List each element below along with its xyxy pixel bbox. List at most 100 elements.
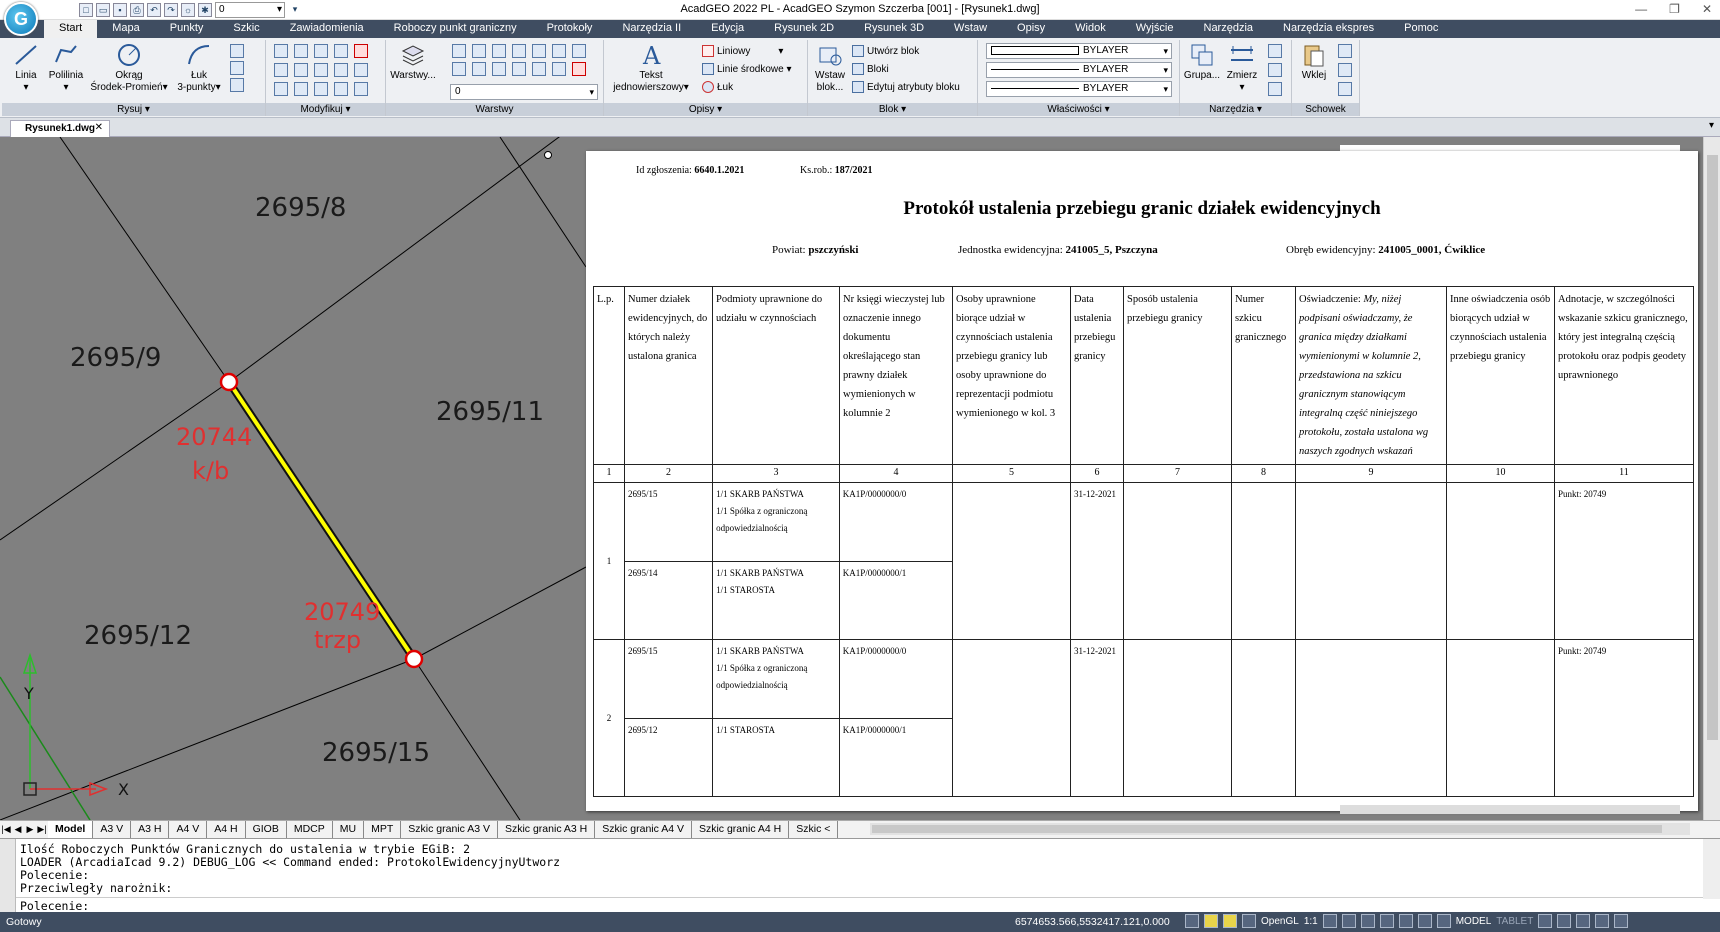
otrack-icon[interactable] bbox=[1360, 914, 1375, 928]
minimize-icon[interactable]: — bbox=[1635, 2, 1647, 16]
tab-wyjscie[interactable]: Wyjście bbox=[1121, 20, 1189, 38]
horizontal-scrollbar[interactable] bbox=[870, 823, 1690, 835]
layer-tool-11-icon[interactable] bbox=[512, 62, 526, 76]
layer-tool-12-icon[interactable] bbox=[532, 62, 546, 76]
tab-protokoly[interactable]: Protokoły bbox=[532, 20, 608, 38]
color-select[interactable]: BYLAYER bbox=[986, 43, 1172, 59]
tab-list-chevron-icon[interactable]: ▾ bbox=[1709, 120, 1714, 131]
erase-icon[interactable] bbox=[354, 44, 368, 58]
tab-widok[interactable]: Widok bbox=[1060, 20, 1121, 38]
layout-tab[interactable]: Szkic granic A3 V bbox=[401, 820, 498, 839]
tab-roboczy-punkt[interactable]: Roboczy punkt graniczny bbox=[379, 20, 532, 38]
layer-tool-13-icon[interactable] bbox=[552, 62, 566, 76]
scale-label[interactable]: 1:1 bbox=[1304, 916, 1318, 927]
tekst-button[interactable]: A Tekst jednowierszowy▾ bbox=[606, 42, 696, 94]
layout-tab[interactable]: Szkic granic A4 V bbox=[595, 820, 692, 839]
layer-tool-1-icon[interactable] bbox=[452, 44, 466, 58]
luk-button[interactable]: Łuk 3-punkty▾ bbox=[174, 42, 224, 94]
stretch-icon[interactable] bbox=[314, 63, 328, 77]
tab-wstaw[interactable]: Wstaw bbox=[939, 20, 1002, 38]
tab-szkic[interactable]: Szkic bbox=[218, 20, 274, 38]
filter-icon[interactable] bbox=[1268, 44, 1282, 58]
fullscreen-icon[interactable] bbox=[1614, 914, 1629, 928]
move-icon[interactable] bbox=[274, 44, 288, 58]
tab-mapa[interactable]: Mapa bbox=[97, 20, 155, 38]
close-icon[interactable]: ✕ bbox=[1702, 2, 1712, 16]
grid-icon[interactable] bbox=[1268, 63, 1282, 77]
layout-tab[interactable]: MU bbox=[333, 820, 365, 839]
trim-icon[interactable] bbox=[314, 44, 328, 58]
close-tab-icon[interactable]: ✕ bbox=[95, 122, 103, 133]
panel-title-blok[interactable]: Blok ▾ bbox=[808, 103, 977, 116]
grip-point[interactable] bbox=[544, 151, 552, 159]
layout-tab[interactable]: MPT bbox=[364, 820, 402, 839]
lineweight-select[interactable]: BYLAYER bbox=[986, 81, 1172, 97]
layer-tool-3-icon[interactable] bbox=[492, 44, 506, 58]
polar-icon[interactable] bbox=[1242, 914, 1256, 928]
warstwy-button[interactable]: Warstwy... bbox=[390, 42, 436, 82]
tab-pomoc[interactable]: Pomoc bbox=[1389, 20, 1453, 38]
vertical-scrollbar[interactable] bbox=[1703, 137, 1720, 820]
copy-icon[interactable] bbox=[334, 44, 348, 58]
cut-icon[interactable] bbox=[1338, 44, 1352, 58]
wstaw-blok-button[interactable]: Wstaw blok... bbox=[810, 42, 850, 94]
panel-title-warstwy[interactable]: Warstwy bbox=[386, 103, 603, 116]
zmierz-button[interactable]: Zmierz ▾ bbox=[1222, 42, 1262, 94]
okrag-button[interactable]: Okrąg Środek-Promień▾ bbox=[86, 42, 172, 94]
restore-icon[interactable]: ❐ bbox=[1669, 2, 1680, 16]
snap-icon[interactable] bbox=[1185, 914, 1199, 928]
layout-tab[interactable]: GIOB bbox=[246, 820, 287, 839]
panel-title-rysuj[interactable]: Rysuj ▾ bbox=[2, 103, 265, 116]
tab-zawiadomienia[interactable]: Zawiadomienia bbox=[275, 20, 379, 38]
crosshair-icon[interactable] bbox=[1417, 914, 1432, 928]
layer-tool-7-icon[interactable] bbox=[572, 44, 586, 58]
linetype-select[interactable]: BYLAYER bbox=[986, 62, 1172, 78]
layout-tab[interactable]: A3 H bbox=[131, 820, 170, 839]
tab-edycja[interactable]: Edycja bbox=[696, 20, 759, 38]
drawing-canvas[interactable]: 2695/8 2695/9 2695/11 2695/12 2695/15 20… bbox=[0, 137, 1720, 820]
command-line-gutter[interactable] bbox=[0, 839, 16, 913]
match-props-icon[interactable] bbox=[1338, 82, 1352, 96]
tab-rysunek-3d[interactable]: Rysunek 3D bbox=[849, 20, 939, 38]
command-scrollbar[interactable] bbox=[1703, 839, 1720, 899]
page-scrollbar[interactable] bbox=[1340, 805, 1680, 814]
ortho-icon[interactable] bbox=[1223, 914, 1237, 928]
tab-narzedzia-ekspres[interactable]: Narzędzia ekspres bbox=[1268, 20, 1389, 38]
layer-tool-9-icon[interactable] bbox=[472, 62, 486, 76]
linie-srodkowe-button[interactable]: Linie środkowe ▾ bbox=[702, 62, 792, 78]
offset-icon[interactable] bbox=[294, 82, 308, 96]
boundary-point-20749[interactable] bbox=[404, 649, 424, 669]
grid-toggle-icon[interactable] bbox=[1204, 914, 1218, 928]
rotate-icon[interactable] bbox=[294, 44, 308, 58]
polilinia-button[interactable]: Polilinia ▾ bbox=[44, 42, 88, 94]
tab-narzedzia[interactable]: Narzędzia bbox=[1189, 20, 1269, 38]
wklej-button[interactable]: Wklej bbox=[1294, 42, 1334, 82]
annotation-icon[interactable] bbox=[1322, 914, 1337, 928]
explode-icon[interactable] bbox=[354, 63, 368, 77]
osnap-icon[interactable] bbox=[1341, 914, 1356, 928]
panel-title-wlasciwosci[interactable]: Właściwości ▾ bbox=[978, 103, 1179, 116]
panel-title-narzedzia[interactable]: Narzędzia ▾ bbox=[1180, 103, 1291, 116]
app-logo-icon[interactable]: G bbox=[4, 2, 38, 36]
layer-delete-icon[interactable] bbox=[572, 62, 586, 76]
layout-tab[interactable]: A3 V bbox=[93, 820, 132, 839]
layout-tab[interactable]: Szkic < bbox=[789, 820, 839, 839]
panel-title-modyfikuj[interactable]: Modyfikuj ▾ bbox=[266, 103, 385, 116]
spline-icon[interactable] bbox=[230, 61, 244, 75]
mirror-icon[interactable] bbox=[274, 63, 288, 77]
rectangle-icon[interactable] bbox=[230, 78, 244, 92]
tab-opisy[interactable]: Opisy bbox=[1002, 20, 1060, 38]
layout-tab[interactable]: A4 H bbox=[207, 820, 246, 839]
tab-narzedzia-ii[interactable]: Narzędzia II bbox=[607, 20, 696, 38]
layout-tab[interactable]: Szkic granic A4 H bbox=[692, 820, 790, 839]
lineweight-icon[interactable] bbox=[1379, 914, 1394, 928]
lock-icon[interactable] bbox=[1557, 914, 1572, 928]
next-tab-icon[interactable]: ▶ bbox=[24, 824, 36, 835]
panel-title-opisy[interactable]: Opisy ▾ bbox=[604, 103, 807, 116]
layer-tool-8-icon[interactable] bbox=[452, 62, 466, 76]
model-space-label[interactable]: MODEL bbox=[1456, 916, 1492, 927]
scale-icon[interactable] bbox=[334, 63, 348, 77]
linia-button[interactable]: Linia ▾ bbox=[8, 42, 44, 94]
tab-start[interactable]: Start bbox=[44, 20, 98, 38]
fillet-icon[interactable] bbox=[294, 63, 308, 77]
